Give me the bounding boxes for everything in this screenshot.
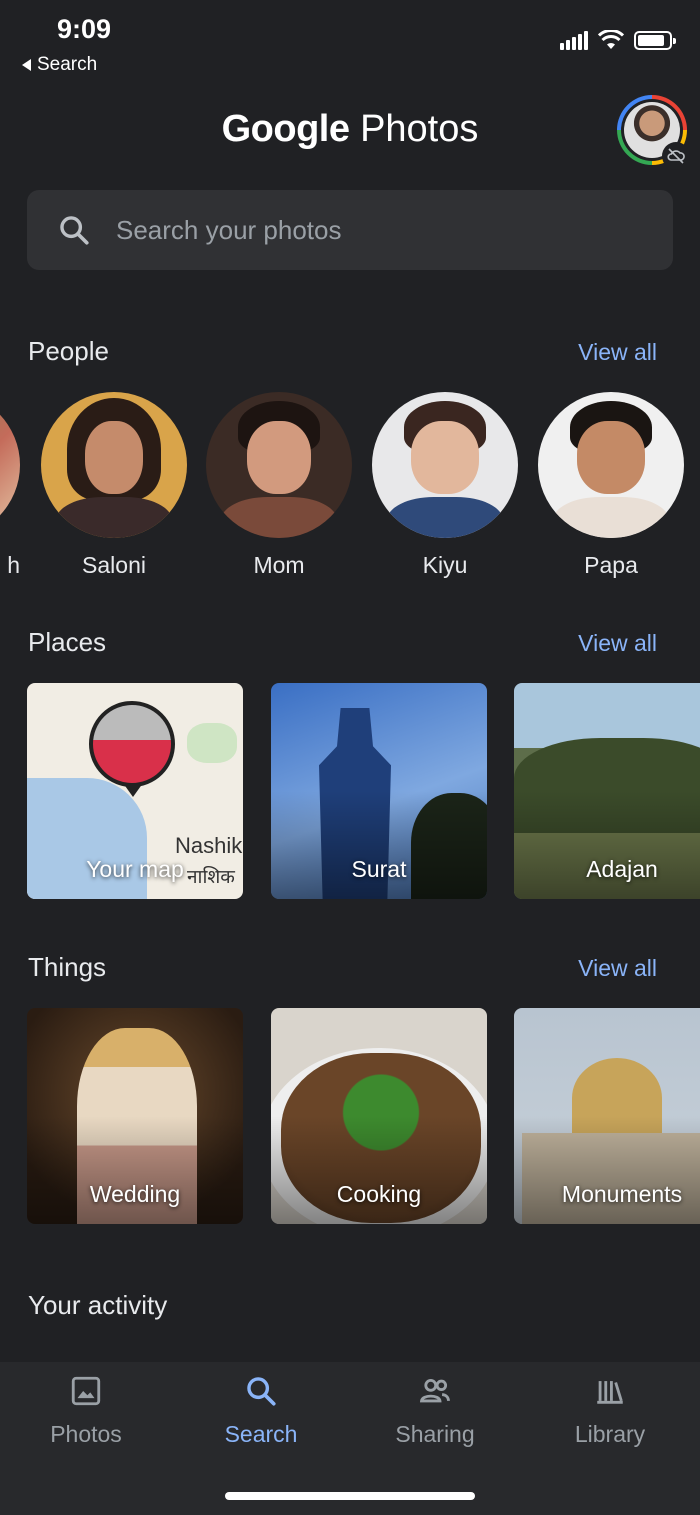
status-icons — [560, 30, 676, 50]
search-input[interactable] — [116, 214, 616, 246]
thing-card-cooking[interactable]: Cooking — [271, 1008, 487, 1224]
places-section-title: Places — [28, 627, 107, 657]
person-name: Saloni — [82, 552, 146, 578]
place-card-surat[interactable]: Surat — [271, 683, 487, 899]
person-photo — [206, 392, 352, 538]
person-photo — [538, 392, 684, 538]
back-to-search-link[interactable]: Search — [22, 54, 97, 76]
app-title-photos: Photos — [360, 108, 479, 150]
wifi-icon — [598, 30, 624, 49]
thing-card-wedding[interactable]: Wedding — [27, 1008, 243, 1224]
person-name: Mom — [253, 552, 305, 578]
person-photo — [372, 392, 518, 538]
nav-sharing-label: Sharing — [395, 1421, 475, 1447]
things-view-all-link[interactable]: View all — [578, 955, 657, 982]
app-title-google: Google — [221, 108, 350, 150]
thing-label: Cooking — [336, 1181, 422, 1207]
app-title: Google Photos — [0, 108, 700, 151]
person-kiyu[interactable]: Kiyu — [372, 392, 518, 579]
person-papa[interactable]: Papa — [538, 392, 684, 579]
search-icon — [247, 1377, 276, 1406]
nav-search[interactable]: Search — [186, 1374, 336, 1448]
person-mom[interactable]: Mom — [206, 392, 352, 579]
thing-label: Monuments — [561, 1181, 683, 1207]
photo-icon — [71, 1376, 101, 1406]
activity-section-title: Your activity — [28, 1290, 168, 1320]
people-icon — [419, 1378, 450, 1403]
place-label: Adajan — [586, 856, 658, 882]
back-arrow-icon — [22, 59, 31, 71]
search-icon — [60, 216, 89, 245]
place-card-adajan[interactable]: Adajan — [514, 683, 700, 899]
nav-photos-label: Photos — [50, 1421, 122, 1447]
person-name: Papa — [584, 552, 638, 578]
status-time: 9:09 — [57, 14, 112, 44]
map-pin-tip — [123, 783, 143, 797]
nav-library-label: Library — [574, 1421, 646, 1447]
nav-library[interactable]: Library — [535, 1374, 685, 1448]
map-green — [187, 723, 237, 763]
things-section-title: Things — [28, 952, 107, 982]
place-card-your-map[interactable]: Nashik नाशिक Your map — [27, 683, 243, 899]
back-label: Search — [37, 54, 98, 75]
library-icon — [597, 1381, 623, 1404]
cellular-signal-icon — [560, 30, 588, 50]
person-partial[interactable]: h — [0, 392, 20, 579]
cloud-off-icon — [662, 142, 690, 170]
person-photo — [41, 392, 187, 538]
thing-card-monuments[interactable]: Monuments — [514, 1008, 700, 1224]
nav-photos[interactable]: Photos — [11, 1374, 161, 1448]
place-label: Surat — [351, 856, 407, 882]
person-photo — [0, 392, 20, 538]
people-section-title: People — [28, 336, 109, 366]
place-label: Your map — [86, 856, 184, 882]
battery-icon — [634, 30, 676, 50]
person-name: Kiyu — [422, 552, 468, 578]
nav-search-label: Search — [224, 1421, 298, 1447]
people-view-all-link[interactable]: View all — [578, 339, 657, 366]
thing-label: Wedding — [89, 1181, 181, 1207]
home-indicator[interactable] — [225, 1492, 475, 1500]
search-bar[interactable] — [27, 190, 673, 270]
map-pin-icon — [89, 701, 175, 787]
places-view-all-link[interactable]: View all — [578, 630, 657, 657]
person-saloni[interactable]: Saloni — [41, 392, 187, 579]
nav-sharing[interactable]: Sharing — [360, 1374, 510, 1448]
person-label: h — [7, 552, 20, 578]
